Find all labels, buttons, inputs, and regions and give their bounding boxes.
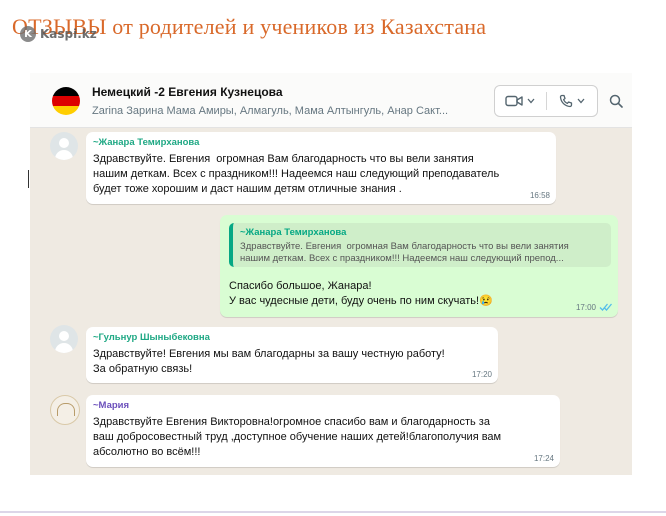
avatar-drawing: [57, 403, 75, 416]
message-text: Здравствуйте! Евгения мы вам благодарны …: [93, 348, 445, 375]
flag-stripe-red: [52, 96, 80, 106]
slide-marker: [28, 170, 29, 188]
outgoing-message-bubble[interactable]: ~Жанара Темирханова Здравствуйте. Евгени…: [220, 215, 618, 317]
message-bubble[interactable]: ~Гульнур Шыныбековна Здравствуйте! Евген…: [86, 327, 498, 383]
message-author: ~Мария: [93, 400, 130, 411]
quoted-author: ~Жанара Темирханова: [240, 227, 347, 238]
message-bubble[interactable]: ~Мария Здравствуйте Евгения Викторовна!о…: [86, 395, 560, 467]
message-author: ~Жанара Темирханова: [93, 137, 200, 148]
call-controls: [494, 85, 598, 117]
phone-icon: [559, 94, 572, 108]
message-time: 17:20: [471, 370, 492, 379]
avatar[interactable]: [50, 132, 78, 160]
message-bubble[interactable]: ~Жанара Темирханова Здравствуйте. Евгени…: [86, 132, 556, 204]
avatar-head: [59, 331, 69, 341]
flag-stripe-black: [52, 87, 80, 97]
watermark-text: Kaspi.kz: [40, 27, 97, 41]
avatar[interactable]: [50, 395, 80, 425]
avatar-body: [55, 343, 73, 353]
voice-call-button[interactable]: [547, 86, 598, 116]
group-avatar-flag-icon[interactable]: [52, 87, 80, 115]
quoted-message[interactable]: ~Жанара Темирханова Здравствуйте. Евгени…: [229, 223, 611, 267]
chat-screenshot: Немецкий -2 Евгения Кузнецова Zarina Зар…: [30, 73, 632, 475]
message-author: ~Гульнур Шыныбековна: [93, 332, 210, 343]
avatar[interactable]: [50, 325, 78, 353]
chevron-down-icon: [527, 98, 535, 104]
avatar-head: [59, 138, 69, 148]
search-button[interactable]: [607, 92, 625, 110]
message-text: Здравствуйте Евгения Викторовна!огромное…: [93, 416, 502, 458]
chat-members[interactable]: Zarina Зарина Мама Амиры, Алмагуль, Мама…: [92, 105, 448, 117]
video-call-icon: [505, 95, 523, 107]
flag-stripe-gold: [52, 105, 80, 115]
message-time: 17:24: [533, 454, 554, 463]
search-icon: [609, 94, 623, 108]
chevron-down-icon: [577, 98, 585, 104]
avatar-body: [55, 150, 73, 160]
message-time: 17:00: [575, 303, 596, 312]
message-text: Здравствуйте. Евгения огромная Вам благо…: [93, 153, 500, 195]
watermark-logo-icon: K: [20, 26, 36, 42]
video-call-button[interactable]: [495, 86, 546, 116]
quoted-text: Здравствуйте. Евгения огромная Вам благо…: [240, 241, 569, 264]
chat-header: Немецкий -2 Евгения Кузнецова Zarina Зар…: [30, 73, 632, 128]
message-text: Спасибо большое, Жанара! У вас чудесные …: [229, 280, 493, 307]
watermark: K Kaspi.kz: [20, 26, 97, 42]
slide-bottom-rule: [0, 511, 666, 513]
message-time: 16:58: [529, 191, 550, 200]
chat-title[interactable]: Немецкий -2 Евгения Кузнецова: [92, 85, 283, 99]
read-ticks-icon: [599, 303, 612, 311]
